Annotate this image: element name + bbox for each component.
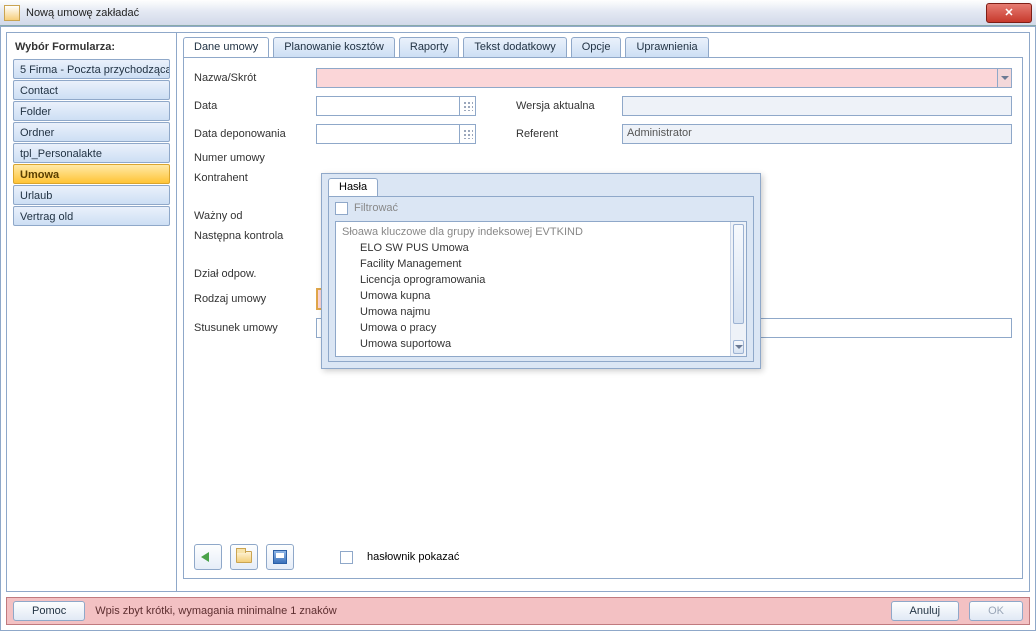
keyword-option[interactable]: Facility Management	[336, 256, 730, 272]
tab-row: Dane umowyPlanowanie kosztówRaportyTekst…	[183, 37, 1023, 57]
label-wazny: Ważny od	[194, 210, 316, 222]
dialog-footer: Pomoc Wpis zbyt krótki, wymagania minima…	[6, 597, 1030, 625]
label-nazwa: Nazwa/Skrót	[194, 72, 316, 84]
label-kontrahent: Kontrahent	[194, 172, 316, 184]
form-toolbar: hasłownik pokazać	[194, 544, 459, 570]
label-deponowania: Data deponowania	[194, 128, 316, 140]
popup-tab-hasla[interactable]: Hasła	[328, 178, 378, 196]
label-data: Data	[194, 100, 316, 112]
app-icon	[4, 5, 20, 21]
data-field[interactable]	[316, 96, 476, 116]
validation-message: Wpis zbyt krótki, wymagania minimalne 1 …	[95, 605, 336, 617]
tab[interactable]: Dane umowy	[183, 37, 269, 57]
sidebar-item[interactable]: Ordner	[13, 122, 170, 142]
sidebar-title: Wybór Formularza:	[13, 37, 176, 59]
nazwa-field[interactable]	[316, 68, 1012, 88]
sidebar-item[interactable]: Folder	[13, 101, 170, 121]
label-kontrola: Następna kontrola	[194, 230, 316, 242]
tab[interactable]: Opcje	[571, 37, 622, 57]
open-button[interactable]	[230, 544, 258, 570]
keyword-option[interactable]: Umowa suportowa	[336, 336, 730, 352]
sidebar-item[interactable]: Urlaub	[13, 185, 170, 205]
data-value	[317, 97, 459, 115]
keyword-list: Słoawa kluczowe dla grupy indeksowej EVT…	[335, 221, 747, 357]
folder-open-icon	[236, 551, 252, 563]
window-titlebar: Nową umowę zakładać ✕	[0, 0, 1036, 26]
save-button[interactable]	[266, 544, 294, 570]
sidebar-item[interactable]: tpl_Personalakte	[13, 143, 170, 163]
label-dzial: Dział odpow.	[194, 268, 316, 280]
floppy-icon	[273, 550, 287, 564]
scrollbar-thumb[interactable]	[733, 224, 744, 324]
sidebar-item[interactable]: Vertrag old	[13, 206, 170, 226]
cancel-button[interactable]: Anuluj	[891, 601, 960, 621]
filter-checkbox[interactable]	[335, 202, 348, 215]
keyword-option[interactable]: Umowa kupna	[336, 288, 730, 304]
keyword-option[interactable]: ELO SW PUS Umowa	[336, 240, 730, 256]
form-selector-sidebar: Wybór Formularza: 5 Firma - Poczta przyc…	[7, 33, 177, 591]
help-button[interactable]: Pomoc	[13, 601, 85, 621]
tab[interactable]: Planowanie kosztów	[273, 37, 395, 57]
nazwa-value	[317, 69, 997, 87]
keyword-option[interactable]: Licencja oprogramowania	[336, 272, 730, 288]
keyword-option[interactable]: Umowa najmu	[336, 304, 730, 320]
window-close-button[interactable]: ✕	[986, 3, 1032, 23]
keyword-popup: Hasła Filtrować Słoawa kluczowe dla grup…	[321, 173, 761, 369]
referent-field: Administrator	[622, 124, 1012, 144]
back-button[interactable]	[194, 544, 222, 570]
show-dictionary-label: hasłownik pokazać	[367, 551, 459, 563]
label-numer: Numer umowy	[194, 152, 316, 164]
label-stosunek: Stusunek umowy	[194, 322, 316, 334]
tab[interactable]: Uprawnienia	[625, 37, 708, 57]
calendar-icon[interactable]	[459, 97, 475, 115]
popup-scrollbar[interactable]	[730, 222, 746, 356]
keyword-option[interactable]: Umowa o pracy	[336, 320, 730, 336]
deponowania-value	[317, 125, 459, 143]
scroll-down-icon[interactable]	[733, 340, 744, 354]
label-referent: Referent	[516, 128, 622, 140]
sidebar-item[interactable]: Umowa	[13, 164, 170, 184]
tab[interactable]: Raporty	[399, 37, 460, 57]
keyword-group-label: Słoawa kluczowe dla grupy indeksowej EVT…	[336, 224, 730, 240]
ok-button: OK	[969, 601, 1023, 621]
close-icon: ✕	[1004, 6, 1013, 19]
filter-label: Filtrować	[354, 202, 398, 214]
label-wersja: Wersja aktualna	[516, 100, 622, 112]
nazwa-dropdown-icon[interactable]	[997, 69, 1011, 87]
wersja-field	[622, 96, 1012, 116]
sidebar-item[interactable]: Contact	[13, 80, 170, 100]
deponowania-field[interactable]	[316, 124, 476, 144]
window-title: Nową umowę zakładać	[26, 7, 139, 19]
sidebar-item[interactable]: 5 Firma - Poczta przychodząca	[13, 59, 170, 79]
tab[interactable]: Tekst dodatkowy	[463, 37, 566, 57]
calendar-icon[interactable]	[459, 125, 475, 143]
label-rodzaj: Rodzaj umowy	[194, 293, 316, 305]
back-arrow-icon	[201, 550, 215, 564]
dialog-frame: Wybór Formularza: 5 Firma - Poczta przyc…	[0, 26, 1036, 631]
show-dictionary-checkbox[interactable]	[340, 551, 353, 564]
